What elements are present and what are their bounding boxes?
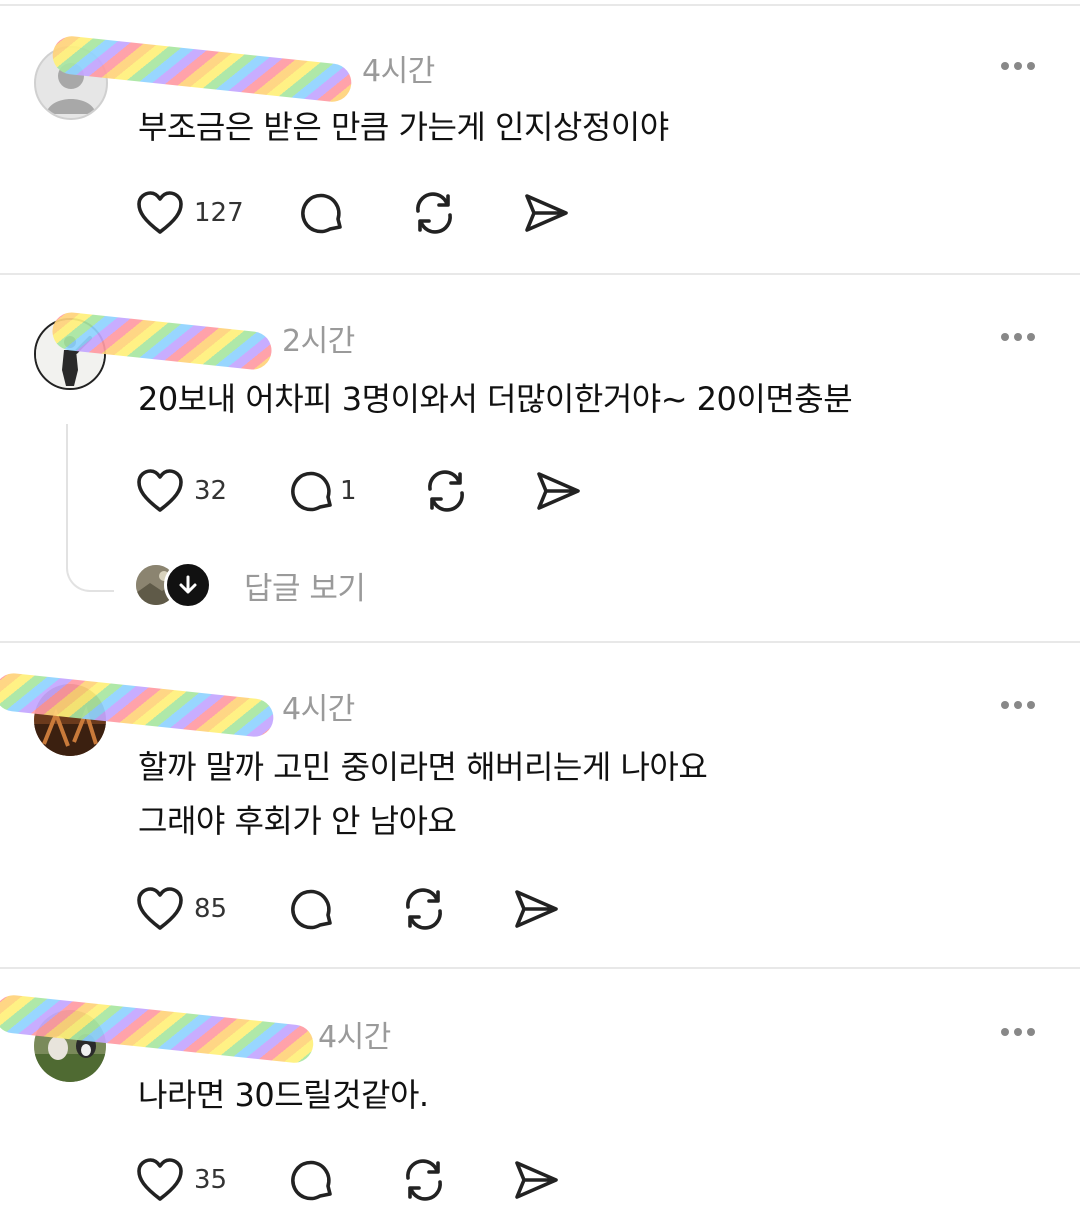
comment-icon <box>301 193 342 234</box>
comment-icon <box>291 889 332 930</box>
more-icon[interactable] <box>1000 700 1036 710</box>
divider <box>0 967 1080 969</box>
like-count: 35 <box>194 1165 228 1195</box>
repost-button[interactable] <box>400 884 448 934</box>
more-icon[interactable] <box>1000 61 1036 71</box>
post-time: 2시간 <box>282 324 355 359</box>
heart-icon <box>137 469 183 512</box>
view-replies-link[interactable]: 답글 보기 <box>244 563 366 608</box>
divider <box>0 641 1080 643</box>
action-bar: 32 1 <box>136 466 586 516</box>
reply-button[interactable] <box>298 188 346 238</box>
repost-button[interactable] <box>410 188 458 238</box>
share-button[interactable] <box>534 466 582 516</box>
reply-count: 1 <box>340 476 357 506</box>
post-text-line: 그래야 후회가 안 남아요 <box>138 802 457 840</box>
send-icon <box>515 1161 558 1199</box>
action-bar: 85 <box>136 884 576 934</box>
thread-line <box>66 424 114 592</box>
comment-icon <box>291 471 332 512</box>
action-bar: 127 <box>136 188 576 238</box>
post-text-line: 할까 말까 고민 중이라면 해버리는게 나아요 <box>138 748 708 786</box>
post-text-line: 부조금은 받은 만큼 가는게 인지상정이야 <box>138 108 669 146</box>
reply-button[interactable] <box>288 1155 336 1205</box>
repost-icon <box>406 1159 442 1201</box>
repost-icon <box>406 888 442 930</box>
like-count: 127 <box>194 198 244 228</box>
comment-icon <box>291 1160 332 1201</box>
arrow-down-icon <box>164 561 212 609</box>
send-icon <box>515 890 558 928</box>
heart-icon <box>137 191 183 234</box>
post-text: 20보내 어차피 3명이와서 더많이한거야~ 20이면충분 <box>138 372 853 426</box>
post-text: 부조금은 받은 만큼 가는게 인지상정이야 <box>138 100 669 154</box>
heart-icon <box>137 887 183 930</box>
post-time: 4시간 <box>282 692 355 727</box>
action-bar: 35 <box>136 1155 576 1205</box>
divider <box>0 4 1080 6</box>
like-count: 85 <box>194 894 228 924</box>
reply-button[interactable] <box>288 884 336 934</box>
post-text: 할까 말까 고민 중이라면 해버리는게 나아요 그래야 후회가 안 남아요 <box>138 740 708 848</box>
repost-icon <box>416 192 452 234</box>
repost-icon <box>428 470 464 512</box>
like-button[interactable]: 85 <box>136 884 227 934</box>
repost-button[interactable] <box>422 466 470 516</box>
like-count: 32 <box>194 476 228 506</box>
post-text-line: 나라면 30드릴것같아. <box>138 1076 429 1114</box>
more-icon[interactable] <box>1000 1027 1036 1037</box>
share-button[interactable] <box>522 188 570 238</box>
divider <box>0 273 1080 275</box>
more-icon[interactable] <box>1000 332 1036 342</box>
like-button[interactable]: 32 <box>136 466 227 516</box>
post-text-line: 20보내 어차피 3명이와서 더많이한거야~ 20이면충분 <box>138 380 853 418</box>
view-replies-row[interactable]: 답글 보기 <box>136 561 366 609</box>
repost-button[interactable] <box>400 1155 448 1205</box>
share-button[interactable] <box>512 884 560 934</box>
post-time: 4시간 <box>362 54 435 89</box>
send-icon <box>537 472 580 510</box>
like-button[interactable]: 35 <box>136 1155 227 1205</box>
send-icon <box>525 194 568 232</box>
heart-icon <box>137 1158 183 1201</box>
reply-button[interactable]: 1 <box>288 466 357 516</box>
post-text: 나라면 30드릴것같아. <box>138 1068 429 1122</box>
post-time: 4시간 <box>318 1020 391 1055</box>
share-button[interactable] <box>512 1155 560 1205</box>
like-button[interactable]: 127 <box>136 188 244 238</box>
